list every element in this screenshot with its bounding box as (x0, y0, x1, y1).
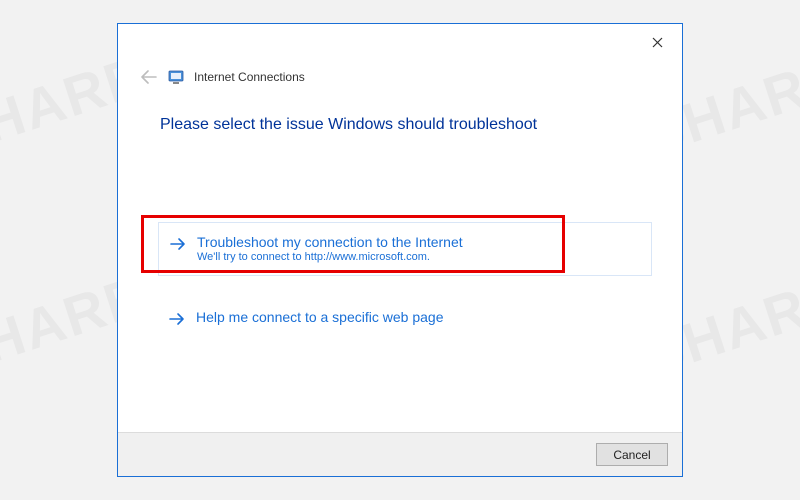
option-specific-webpage[interactable]: Help me connect to a specific web page (158, 298, 652, 340)
close-icon (652, 37, 663, 48)
dialog-header: Internet Connections (140, 68, 305, 86)
option-title: Help me connect to a specific web page (196, 308, 443, 326)
dialog-title: Internet Connections (194, 70, 305, 84)
option-list: Troubleshoot my connection to the Intern… (158, 222, 652, 340)
arrow-right-icon (168, 310, 186, 328)
option-text: Help me connect to a specific web page (196, 308, 443, 326)
option-title: Troubleshoot my connection to the Intern… (197, 233, 463, 251)
instruction-text: Please select the issue Windows should t… (160, 116, 537, 134)
option-text: Troubleshoot my connection to the Intern… (197, 233, 463, 263)
dialog-footer: Cancel (118, 432, 682, 476)
back-button[interactable] (140, 68, 158, 86)
arrow-left-icon (141, 70, 157, 84)
troubleshooter-dialog: Internet Connections Please select the i… (117, 23, 683, 477)
cancel-button[interactable]: Cancel (596, 443, 668, 466)
option-subtitle: We'll try to connect to http://www.micro… (197, 251, 463, 263)
close-button[interactable] (642, 30, 672, 54)
option-troubleshoot-internet[interactable]: Troubleshoot my connection to the Intern… (158, 222, 652, 276)
arrow-right-icon (169, 235, 187, 253)
troubleshooter-icon (168, 69, 184, 85)
